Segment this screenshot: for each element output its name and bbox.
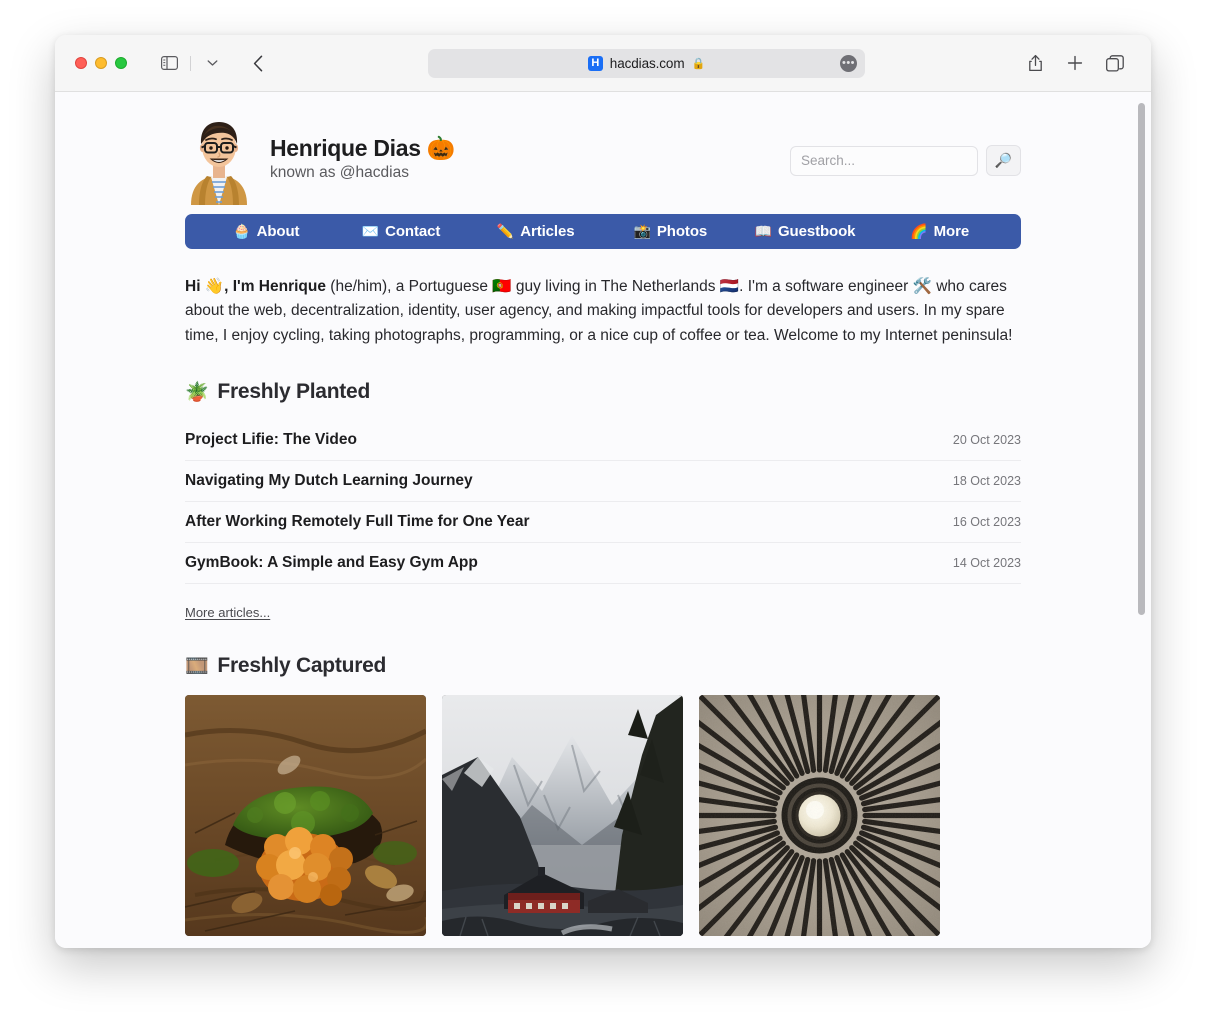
sidebar-controls (155, 51, 226, 75)
search-area: 🔎 (790, 145, 1021, 176)
site-favicon: H (587, 55, 603, 71)
intro-paragraph: Hi 👋, I'm Henrique (he/him), a Portugues… (185, 275, 1021, 348)
search-input[interactable] (790, 145, 978, 176)
minimize-window-button[interactable] (95, 57, 107, 69)
articles-list: Project Lifie: The Video 20 Oct 2023 Nav… (185, 420, 1021, 585)
page-viewport: Henrique Dias 🎃 known as @hacdias 🔎 🧁 Ab (55, 92, 1151, 948)
nav-label-more: More (933, 223, 970, 240)
tab-overview-icon[interactable] (1101, 51, 1129, 75)
article-date: 18 Oct 2023 (952, 474, 1021, 489)
page-settings-button[interactable]: ••• (840, 54, 857, 72)
article-title: Navigating My Dutch Learning Journey (185, 472, 473, 490)
url-display: H hacdias.com 🔒 (587, 55, 706, 71)
camera-icon: 📸 (633, 223, 651, 239)
intro-lead: Hi 👋, I'm Henrique (185, 278, 326, 295)
table-row[interactable]: After Working Remotely Full Time for One… (185, 502, 1021, 544)
nav-label-contact: Contact (385, 223, 441, 240)
scrollbar-thumb[interactable] (1138, 103, 1145, 615)
profile-header: Henrique Dias 🎃 known as @hacdias 🔎 (185, 113, 1021, 205)
envelope-icon: ✉️ (361, 223, 380, 239)
rainbow-icon: 🌈 (910, 223, 928, 239)
section-heading-articles: 🪴 Freshly Planted (185, 380, 1021, 404)
profile-subtitle: known as @hacdias (270, 164, 409, 182)
sidebar-icon[interactable] (155, 51, 183, 75)
film-frames-icon: 🎞️ (185, 656, 209, 678)
address-bar[interactable]: H hacdias.com 🔒 ••• (428, 48, 865, 78)
nav-label-photos: Photos (656, 223, 708, 240)
article-title: GymBook: A Simple and Easy Gym App (185, 554, 478, 572)
share-icon[interactable] (1021, 51, 1049, 75)
lock-icon: 🔒 (691, 57, 706, 70)
maximize-window-button[interactable] (115, 57, 127, 69)
browser-window: H hacdias.com 🔒 ••• Henrique Dias 🎃 know… (55, 35, 1151, 948)
section-title-articles: Freshly Planted (217, 380, 371, 404)
profile-text: Henrique Dias 🎃 known as @hacdias (270, 113, 456, 182)
site-content: Henrique Dias 🎃 known as @hacdias 🔎 🧁 Ab (185, 92, 1021, 948)
chevron-down-icon[interactable] (198, 51, 226, 75)
section-heading-photos: 🎞️ Freshly Captured (185, 654, 1021, 678)
site-navigation: 🧁 About ✉️ Contact ✏️ Articles 📸 Photos … (185, 214, 1021, 249)
page-title: Henrique Dias 🎃 (270, 135, 456, 161)
pencil-icon: ✏️ (496, 223, 515, 239)
profile-name-text: Henrique Dias (270, 135, 421, 161)
photos-grid (185, 695, 1021, 937)
article-title: After Working Remotely Full Time for One… (185, 513, 530, 531)
plus-icon[interactable] (1061, 51, 1089, 75)
nav-label-about: About (256, 223, 300, 240)
search-icon: 🔎 (994, 152, 1013, 168)
nav-item-about[interactable]: 🧁 About (199, 223, 334, 240)
photo-thumbnail[interactable] (442, 695, 683, 937)
page-scrollbar[interactable] (1136, 92, 1147, 948)
table-row[interactable]: Project Lifie: The Video 20 Oct 2023 (185, 420, 1021, 462)
toolbar-right-actions (1021, 51, 1129, 75)
url-text: hacdias.com (609, 55, 685, 71)
nav-item-contact[interactable]: ✉️ Contact (334, 223, 469, 240)
search-button[interactable]: 🔎 (986, 145, 1021, 176)
cupcake-icon: 🧁 (233, 223, 251, 239)
toolbar-divider (190, 55, 191, 71)
nav-item-guestbook[interactable]: 📖 Guestbook (738, 223, 873, 240)
pumpkin-icon: 🎃 (426, 135, 456, 161)
avatar (185, 113, 253, 205)
book-icon: 📖 (754, 223, 772, 239)
article-date: 14 Oct 2023 (952, 556, 1021, 571)
back-chevron-icon[interactable] (244, 51, 272, 75)
photo-thumbnail[interactable] (185, 695, 426, 937)
article-title: Project Lifie: The Video (185, 431, 357, 449)
urlbar-container: H hacdias.com 🔒 ••• (272, 48, 1021, 78)
more-articles-link[interactable]: More articles... (185, 605, 270, 620)
browser-toolbar: H hacdias.com 🔒 ••• (55, 35, 1151, 92)
nav-label-articles: Articles (520, 223, 575, 240)
article-date: 20 Oct 2023 (952, 433, 1021, 448)
article-date: 16 Oct 2023 (952, 515, 1021, 530)
nav-item-photos[interactable]: 📸 Photos (603, 223, 738, 240)
nav-label-guestbook: Guestbook (777, 223, 856, 240)
table-row[interactable]: GymBook: A Simple and Easy Gym App 14 Oc… (185, 543, 1021, 585)
nav-item-articles[interactable]: ✏️ Articles (468, 223, 603, 240)
close-window-button[interactable] (75, 57, 87, 69)
table-row[interactable]: Navigating My Dutch Learning Journey 18 … (185, 461, 1021, 503)
traffic-lights (75, 57, 127, 69)
photo-thumbnail[interactable] (699, 695, 940, 937)
potted-plant-icon: 🪴 (185, 382, 209, 404)
section-title-photos: Freshly Captured (217, 654, 387, 678)
nav-item-more[interactable]: 🌈 More (872, 223, 1007, 240)
